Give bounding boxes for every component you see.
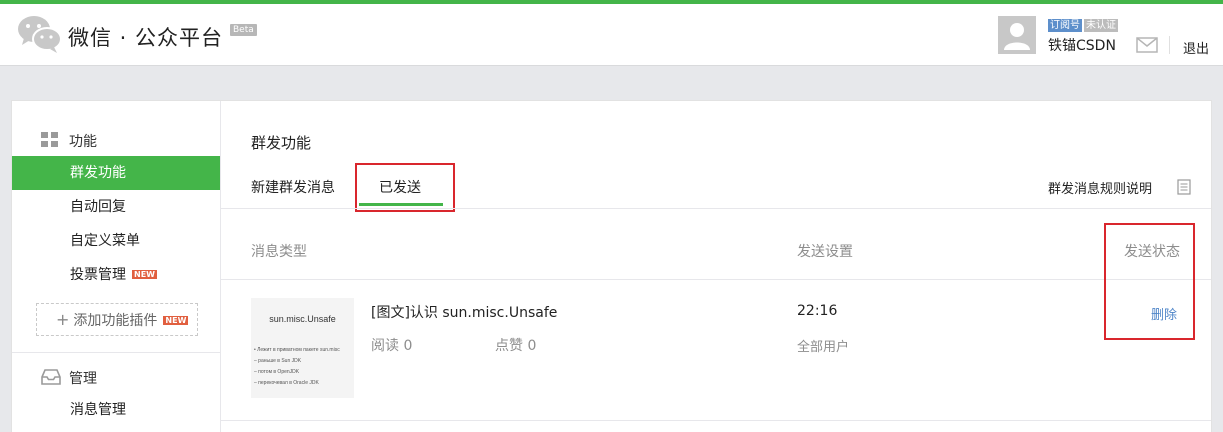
row-divider xyxy=(221,420,1211,421)
brand-title: 微信 · 公众平台 xyxy=(68,26,224,50)
account-type-badge: 订阅号 xyxy=(1048,19,1082,32)
mail-icon[interactable] xyxy=(1136,37,1158,53)
column-header-send-settings: 发送设置 xyxy=(797,244,853,260)
content-panel: 功能 群发功能 自动回复 自定义菜单 投票管理 NEW + 添加功能插件 NEW 管理… xyxy=(11,100,1212,432)
beta-badge: Beta xyxy=(230,24,257,36)
sidebar-item-auto-reply[interactable]: 自动回复 xyxy=(12,190,220,224)
avatar[interactable] xyxy=(998,16,1036,54)
page-title: 群发功能 xyxy=(251,134,312,152)
thumbnail-line: • Лежит в приватном пакете sun.misc xyxy=(254,347,340,353)
plus-icon: + xyxy=(56,310,70,329)
section-function-label: 功能 xyxy=(69,134,97,150)
sidebar: 功能 群发功能 自动回复 自定义菜单 投票管理 NEW + 添加功能插件 NEW 管理… xyxy=(12,101,221,432)
sidebar-item-message-management[interactable]: 消息管理 xyxy=(12,393,220,427)
thumbnail-line: – перекочевал в Oracle JDK xyxy=(254,380,319,386)
tab-highlight-box xyxy=(355,163,455,212)
account-badges: 订阅号 未认证 xyxy=(1048,16,1120,32)
send-time: 22:16 xyxy=(797,303,838,319)
logout-link[interactable]: 退出 xyxy=(1183,38,1209,57)
verification-badge: 未认证 xyxy=(1084,19,1118,32)
sidebar-item-label: 群发功能 xyxy=(70,165,126,181)
main-content: 群发功能 新建群发消息 已发送 群发消息规则说明 消息类型 发送设置 发送状态 … xyxy=(221,101,1211,432)
new-badge: NEW xyxy=(163,316,189,325)
grid-icon xyxy=(41,132,58,147)
sidebar-item-label: 自动回复 xyxy=(70,199,126,215)
like-count: 点赞 0 xyxy=(495,338,537,354)
new-badge: NEW xyxy=(132,270,157,279)
header-divider xyxy=(1169,36,1170,54)
column-header-message-type: 消息类型 xyxy=(251,244,307,260)
sidebar-divider xyxy=(12,352,220,353)
sidebar-item-label: 自定义菜单 xyxy=(70,233,140,249)
wechat-logo-icon xyxy=(18,16,62,53)
tab-new-mass-message[interactable]: 新建群发消息 xyxy=(251,177,335,197)
thumbnail-title: sun.misc.Unsafe xyxy=(269,314,336,324)
section-manage-label: 管理 xyxy=(69,371,97,387)
send-target: 全部用户 xyxy=(797,340,850,355)
thumbnail-line: – потом в OpenJDK xyxy=(254,369,300,375)
inbox-icon xyxy=(41,369,61,385)
message-thumbnail[interactable]: sun.misc.Unsafe • Лежит в приватном паке… xyxy=(251,298,354,398)
sidebar-item-label: 消息管理 xyxy=(70,402,126,418)
message-title-link[interactable]: [图文]认识 sun.misc.Unsafe xyxy=(371,302,557,322)
document-icon[interactable] xyxy=(1177,179,1191,195)
sidebar-item-label: 投票管理 xyxy=(70,267,126,283)
header: 微信 · 公众平台 Beta 订阅号 未认证 铁锚CSDN 退出 xyxy=(0,4,1223,66)
add-plugin-label: 添加功能插件 xyxy=(73,313,158,329)
tabs-divider xyxy=(221,208,1211,209)
sidebar-item-vote-management[interactable]: 投票管理 NEW xyxy=(12,258,220,292)
thumbnail-line: – раньше в Sun JDK xyxy=(254,358,302,364)
add-plugin-button[interactable]: + 添加功能插件 NEW xyxy=(36,303,198,336)
status-column-highlight-box xyxy=(1104,223,1195,340)
username[interactable]: 铁锚CSDN xyxy=(1048,35,1116,55)
read-count: 阅读 0 xyxy=(371,338,413,354)
sidebar-item-mass-send[interactable]: 群发功能 xyxy=(12,156,220,190)
header-divider xyxy=(221,279,1211,280)
user-silhouette-icon xyxy=(1004,23,1030,50)
rules-link[interactable]: 群发消息规则说明 xyxy=(1048,178,1152,197)
sidebar-item-custom-menu[interactable]: 自定义菜单 xyxy=(12,224,220,258)
